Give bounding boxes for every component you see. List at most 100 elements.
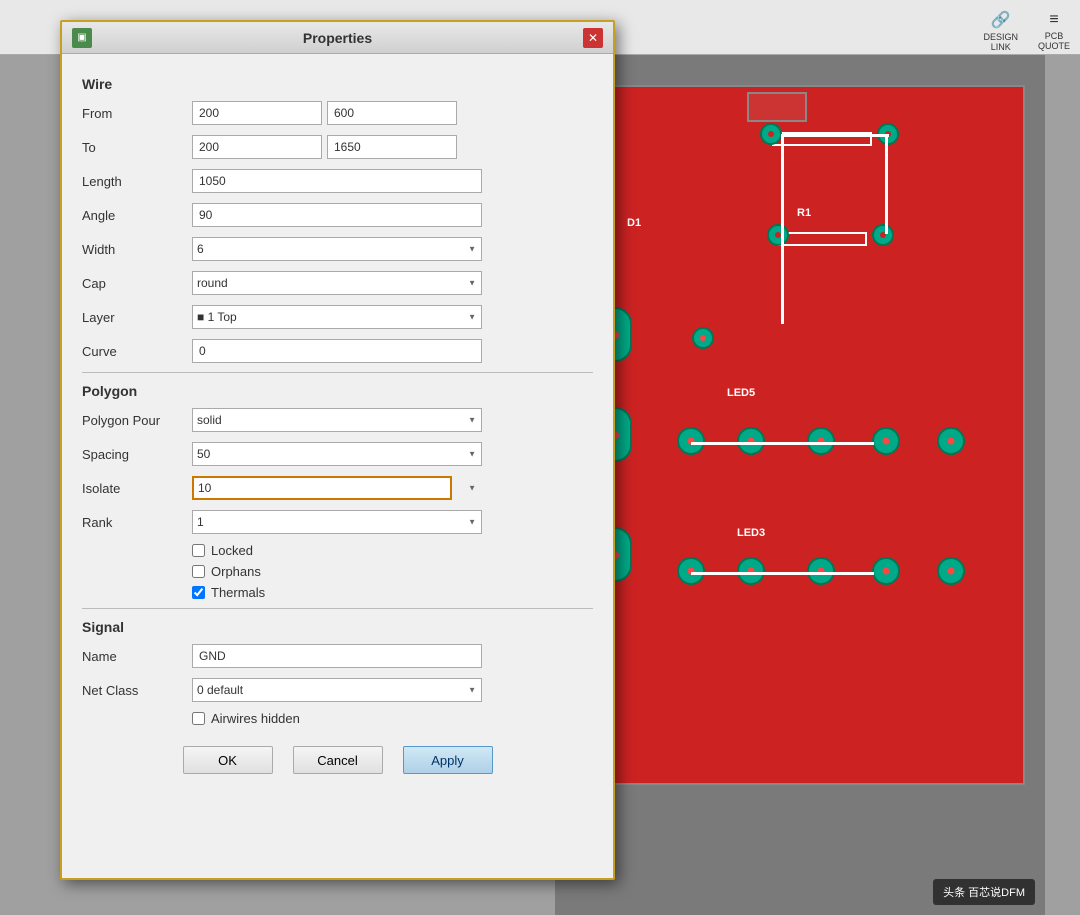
isolate-select[interactable]: 10 5 20 bbox=[192, 476, 452, 500]
pcb-quote-button[interactable]: ≡ PCB QUOTE bbox=[1038, 11, 1070, 51]
length-label: Length bbox=[82, 174, 192, 189]
dialog-titlebar: ▣ Properties ✕ bbox=[62, 22, 613, 54]
led-pad-1 bbox=[677, 427, 705, 455]
net-class-label: Net Class bbox=[82, 683, 192, 698]
design-link-button[interactable]: 🔗 DESIGN LINK bbox=[983, 10, 1018, 52]
angle-label: Angle bbox=[82, 208, 192, 223]
airwires-row: Airwires hidden bbox=[192, 711, 593, 726]
led-pad-3 bbox=[807, 427, 835, 455]
ok-button[interactable]: OK bbox=[183, 746, 273, 774]
from-x-input[interactable] bbox=[192, 101, 322, 125]
dialog-app-icon: ▣ bbox=[72, 28, 92, 48]
spacing-row: Spacing 50 25 100 bbox=[82, 441, 593, 467]
curve-row: Curve bbox=[82, 338, 593, 364]
led-pad-2 bbox=[737, 427, 765, 455]
trace-h1 bbox=[781, 134, 889, 137]
dialog-title: Properties bbox=[92, 30, 583, 46]
isolate-wrapper: 10 5 20 bbox=[192, 476, 482, 500]
led-pad-10 bbox=[937, 557, 965, 585]
pad-r2-left bbox=[760, 123, 782, 145]
rank-wrapper: 1 2 3 bbox=[192, 510, 482, 534]
signal-name-label: Name bbox=[82, 649, 192, 664]
from-inputs bbox=[192, 101, 457, 125]
width-select-wrapper: 6 bbox=[192, 237, 482, 261]
rank-select[interactable]: 1 2 3 bbox=[192, 510, 482, 534]
led-pad-8 bbox=[807, 557, 835, 585]
signal-name-input[interactable] bbox=[192, 644, 482, 668]
cap-label: Cap bbox=[82, 276, 192, 291]
locked-checkbox[interactable] bbox=[192, 544, 205, 557]
led3-label: LED3 bbox=[737, 527, 765, 539]
polygon-pour-select[interactable]: solid hatch bbox=[192, 408, 482, 432]
curve-input[interactable] bbox=[192, 339, 482, 363]
angle-input[interactable] bbox=[192, 203, 482, 227]
polygon-pour-row: Polygon Pour solid hatch bbox=[82, 407, 593, 433]
design-link-icon: 🔗 bbox=[991, 10, 1011, 30]
led-pad-6 bbox=[677, 557, 705, 585]
from-label: From bbox=[82, 106, 192, 121]
apply-button[interactable]: Apply bbox=[403, 746, 493, 774]
width-select[interactable]: 6 bbox=[192, 237, 482, 261]
connector-rect bbox=[747, 92, 807, 122]
airwires-label: Airwires hidden bbox=[211, 711, 300, 726]
trace-v1 bbox=[781, 134, 784, 324]
button-row: OK Cancel Apply bbox=[82, 746, 593, 789]
led-pad-7 bbox=[737, 557, 765, 585]
to-label: To bbox=[82, 140, 192, 155]
connector-pad-1 bbox=[692, 327, 714, 349]
pcb-quote-icon: ≡ bbox=[1049, 11, 1058, 29]
signal-name-row: Name bbox=[82, 643, 593, 669]
to-inputs bbox=[192, 135, 457, 159]
polygon-pour-label: Polygon Pour bbox=[82, 413, 192, 428]
trace-h3 bbox=[691, 572, 874, 575]
led-pad-9 bbox=[872, 557, 900, 585]
to-x-input[interactable] bbox=[192, 135, 322, 159]
led5-label: LED5 bbox=[727, 387, 755, 399]
pcb-board: R2 R1 D1 LED5 LED3 bbox=[575, 85, 1025, 785]
orphans-row: Orphans bbox=[192, 564, 593, 579]
locked-label: Locked bbox=[211, 543, 253, 558]
spacing-select[interactable]: 50 25 100 bbox=[192, 442, 482, 466]
dialog-close-button[interactable]: ✕ bbox=[583, 28, 603, 48]
watermark: 头条 百芯说DFM bbox=[933, 879, 1035, 905]
signal-section-title: Signal bbox=[82, 619, 593, 635]
pcb-canvas: R2 R1 D1 LED5 LED3 bbox=[555, 55, 1045, 915]
pad-r1-right bbox=[872, 224, 894, 246]
cap-select[interactable]: round flat bbox=[192, 271, 482, 295]
thermals-row: Thermals bbox=[192, 585, 593, 600]
cancel-button[interactable]: Cancel bbox=[293, 746, 383, 774]
dialog-content: Wire From To Length Angle bbox=[62, 54, 613, 878]
pcb-quote-label: PCB QUOTE bbox=[1038, 31, 1070, 51]
layer-select[interactable]: ■ 1 Top 2 Bottom bbox=[192, 305, 482, 329]
orphans-checkbox[interactable] bbox=[192, 565, 205, 578]
curve-label: Curve bbox=[82, 344, 192, 359]
design-link-label: DESIGN LINK bbox=[983, 32, 1018, 52]
net-class-row: Net Class 0 default bbox=[82, 677, 593, 703]
layer-label: Layer bbox=[82, 310, 192, 325]
airwires-checkbox[interactable] bbox=[192, 712, 205, 725]
locked-row: Locked bbox=[192, 543, 593, 558]
to-y-input[interactable] bbox=[327, 135, 457, 159]
pad-r1-left bbox=[767, 224, 789, 246]
spacing-label: Spacing bbox=[82, 447, 192, 462]
polygon-pour-wrapper: solid hatch bbox=[192, 408, 482, 432]
isolate-label: Isolate bbox=[82, 481, 192, 496]
trace-h2 bbox=[691, 442, 874, 445]
led-pad-5 bbox=[937, 427, 965, 455]
net-class-select[interactable]: 0 default bbox=[192, 678, 482, 702]
from-y-input[interactable] bbox=[327, 101, 457, 125]
cap-select-wrapper: round flat bbox=[192, 271, 482, 295]
led-pad-4 bbox=[872, 427, 900, 455]
watermark-text: 头条 百芯说DFM bbox=[943, 887, 1025, 899]
net-class-wrapper: 0 default bbox=[192, 678, 482, 702]
layer-row: Layer ■ 1 Top 2 Bottom bbox=[82, 304, 593, 330]
properties-dialog: ▣ Properties ✕ Wire From To Length bbox=[60, 20, 615, 880]
width-label: Width bbox=[82, 242, 192, 257]
rank-label: Rank bbox=[82, 515, 192, 530]
width-row: Width 6 bbox=[82, 236, 593, 262]
d1-label: D1 bbox=[627, 217, 641, 229]
thermals-checkbox[interactable] bbox=[192, 586, 205, 599]
cap-row: Cap round flat bbox=[82, 270, 593, 296]
r1-label: R1 bbox=[797, 207, 811, 219]
length-input[interactable] bbox=[192, 169, 482, 193]
